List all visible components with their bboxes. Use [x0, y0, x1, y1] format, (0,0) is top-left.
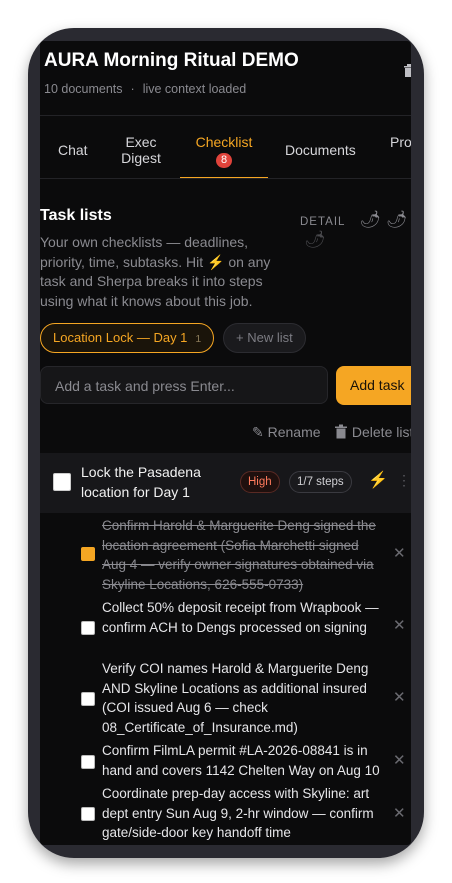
step-text: Coordinate prep-day access with Skyline:…	[102, 786, 374, 840]
tab-documents[interactable]: Documents	[285, 142, 356, 158]
step-checkbox[interactable]	[81, 692, 95, 706]
task-checkbox[interactable]	[53, 473, 71, 491]
tab-exec-digest[interactable]: Exec Digest	[118, 134, 164, 166]
remove-step-icon[interactable]: ✕	[393, 751, 406, 769]
rename-label: Rename	[267, 424, 321, 440]
detail-level-control[interactable]: DETAIL 🌶 🌶🌶	[300, 210, 411, 250]
section-description: Your own checklists — deadlines, priorit…	[40, 233, 292, 311]
tab-checklist-label: Checklist	[195, 134, 253, 150]
header-divider	[40, 115, 411, 116]
add-task-input[interactable]: Add a task and press Enter...	[40, 366, 328, 404]
remove-step-icon[interactable]: ✕	[393, 804, 406, 822]
add-task-button[interactable]: Add task	[336, 366, 411, 405]
list-pill-count: 1	[195, 333, 202, 345]
app-screen: AURA Morning Ritual DEMO 10 documents · li…	[40, 41, 411, 845]
chili-icon[interactable]: 🌶	[359, 210, 382, 229]
remove-step-icon[interactable]: ✕	[393, 544, 406, 562]
detail-label: DETAIL	[300, 216, 345, 228]
breakdown-bolt-icon[interactable]: ⚡	[368, 470, 388, 490]
delete-list-button[interactable]: Delete list	[334, 424, 411, 440]
section-heading: Task lists	[40, 207, 112, 224]
trash-icon	[335, 424, 347, 439]
tab-checklist[interactable]: Checklist 8	[188, 134, 260, 168]
step-checkbox[interactable]	[81, 621, 95, 635]
context-status: live context loaded	[142, 82, 247, 96]
checklist-badge: 8	[215, 153, 233, 168]
trash-icon[interactable]	[402, 63, 411, 77]
remove-step-icon[interactable]: ✕	[393, 616, 406, 634]
separator: ·	[130, 82, 135, 96]
tab-chat[interactable]: Chat	[58, 142, 88, 158]
list-pill-label: Location Lock — Day 1	[53, 330, 188, 345]
task-title: Lock the Pasadena location for Day 1	[81, 464, 201, 500]
step-checkbox[interactable]	[81, 755, 95, 769]
tab-projects[interactable]: Pro	[390, 134, 411, 150]
new-list-button[interactable]: + New list	[223, 323, 306, 353]
more-options-icon[interactable]: ⋮	[397, 472, 411, 489]
list-pill-active[interactable]: Location Lock — Day 1 1	[40, 323, 215, 353]
delete-list-label: Delete list	[351, 424, 411, 440]
step-text: Confirm FilmLA permit #LA-2026-08841 is …	[102, 743, 380, 778]
pencil-icon: ✎	[252, 424, 264, 440]
step-text: Verify COI names Harold & Marguerite Den…	[102, 661, 369, 735]
priority-badge[interactable]: High	[240, 471, 280, 493]
step-checkbox[interactable]	[81, 807, 95, 821]
tabs-divider	[40, 178, 411, 179]
chili-icon[interactable]: 🌶	[386, 210, 409, 229]
remove-step-icon[interactable]: ✕	[393, 688, 406, 706]
step-text: Collect 50% deposit receipt from Wrapboo…	[102, 600, 379, 635]
header-subtitle: 10 documents · live context loaded	[44, 82, 246, 96]
steps-badge[interactable]: 1/7 steps	[289, 471, 352, 493]
rename-button[interactable]: ✎ Rename	[252, 424, 321, 441]
chili-icon[interactable]: 🌶	[304, 230, 327, 249]
document-count: 10 documents	[44, 82, 123, 96]
step-checkbox[interactable]	[81, 547, 95, 561]
page-title: AURA Morning Ritual DEMO	[44, 50, 299, 71]
step-text: Confirm Harold & Marguerite Deng signed …	[102, 518, 376, 592]
bolt-icon: ⚡	[207, 253, 225, 270]
